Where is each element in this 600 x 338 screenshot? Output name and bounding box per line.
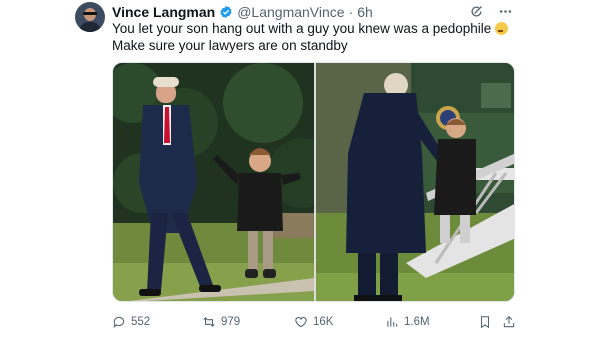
tweet-actions: 552 979 16K 1.6M xyxy=(112,313,516,331)
separator-dot: · xyxy=(348,4,354,20)
author-name[interactable]: Vince Langman xyxy=(112,4,215,20)
grok-icon[interactable] xyxy=(469,4,484,19)
page-margin xyxy=(0,0,62,338)
repost-button[interactable]: 979 xyxy=(202,313,240,331)
more-icon[interactable] xyxy=(498,4,513,19)
header-actions xyxy=(469,4,513,19)
views-count: 1.6M xyxy=(404,316,430,328)
verified-badge-icon xyxy=(220,5,232,19)
reply-button[interactable]: 552 xyxy=(112,313,150,331)
author-handle[interactable]: @LangmanVince xyxy=(237,4,344,20)
photo-left-image xyxy=(113,63,314,301)
repost-icon xyxy=(203,317,215,327)
post-time[interactable]: 6h xyxy=(357,4,373,20)
avatar[interactable] xyxy=(75,2,105,32)
like-button[interactable]: 16K xyxy=(294,313,333,331)
avatar-body xyxy=(79,22,101,32)
tweet-text: You let your son hang out with a guy you… xyxy=(112,21,509,54)
reply-icon xyxy=(113,316,125,328)
views-button[interactable]: 1.6M xyxy=(385,313,430,331)
reply-count: 552 xyxy=(131,316,151,328)
heart-icon xyxy=(295,317,307,328)
repost-count: 979 xyxy=(221,316,241,328)
bookmark-button[interactable] xyxy=(478,313,492,331)
thinking-face-icon xyxy=(495,22,509,35)
share-button[interactable] xyxy=(502,313,516,331)
photo-right-image xyxy=(316,63,514,301)
views-icon xyxy=(387,317,398,327)
share-icon xyxy=(503,316,515,328)
like-count: 16K xyxy=(313,316,334,328)
avatar-sunglasses xyxy=(83,12,97,15)
media-photo-left[interactable] xyxy=(113,63,314,301)
bookmark-icon xyxy=(480,316,490,329)
tweet-media[interactable] xyxy=(112,62,515,302)
tweet-line-1: You let your son hang out with a guy you… xyxy=(112,21,509,38)
tweet-header: Vince Langman @LangmanVince · 6h xyxy=(112,3,373,21)
tweet-line-2: Make sure your lawyers are on standby xyxy=(112,37,348,53)
media-photo-right[interactable] xyxy=(316,63,514,301)
